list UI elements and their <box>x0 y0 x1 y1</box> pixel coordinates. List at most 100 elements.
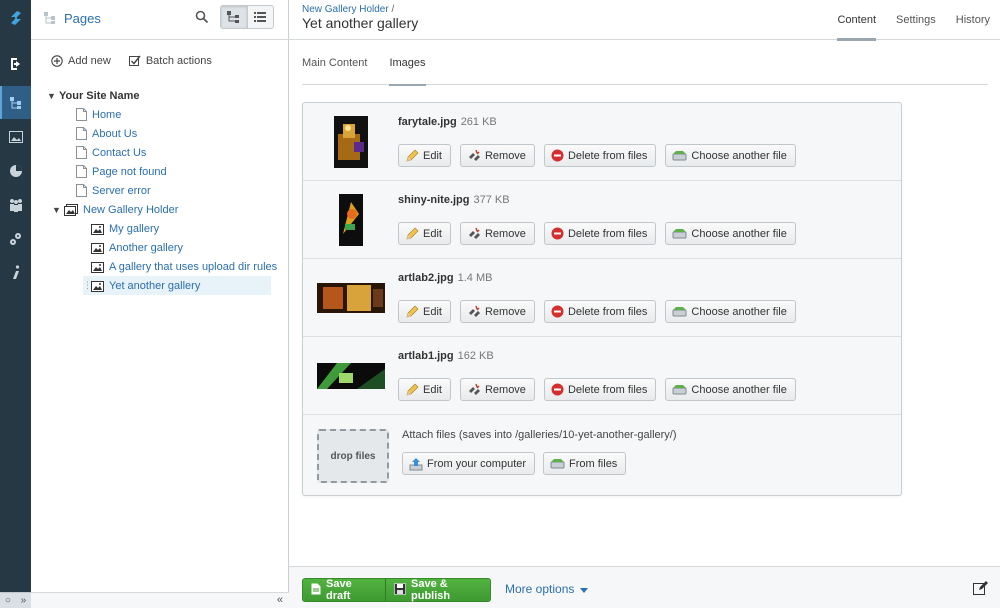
attach-files-row: drop files Attach files (saves into /gal… <box>303 415 901 495</box>
drop-zone[interactable]: drop files <box>317 429 389 483</box>
file-row: farytale.jpg 261 KB Edit Remove Delete fr… <box>303 103 901 181</box>
rail-footer: ○ » <box>0 592 31 608</box>
unlink-icon <box>467 383 481 397</box>
tree-node-root[interactable]: ▼ Your Site Name <box>47 86 140 105</box>
preview-edit-icon[interactable] <box>973 581 988 598</box>
choose-another-file-button[interactable]: Choose another file <box>665 222 796 245</box>
expand-menu-icon[interactable]: » <box>21 595 27 606</box>
tab-history[interactable]: History <box>946 0 1000 40</box>
gallery-holder-icon <box>64 203 78 216</box>
settings-menu-icon[interactable] <box>0 222 31 255</box>
tab-main-content[interactable]: Main Content <box>302 41 367 85</box>
main-header: New Gallery Holder / Yet another gallery… <box>289 0 1000 41</box>
drag-handle-icon[interactable]: ⋮ <box>83 280 92 291</box>
form-actions-bar: Save draft Save & publish More options <box>289 566 1000 608</box>
reports-menu-icon[interactable] <box>0 154 31 187</box>
remove-button[interactable]: Remove <box>459 222 535 245</box>
delete-from-files-button[interactable]: Delete from files <box>543 222 657 245</box>
tree-node-home[interactable]: Home <box>76 105 121 124</box>
from-your-computer-button[interactable]: From your computer <box>402 452 536 475</box>
cms-menu-rail: ○ » <box>0 0 31 608</box>
file-actions: Edit Remove Delete from files Choose ano… <box>398 378 796 401</box>
more-options-button[interactable]: More options <box>505 582 589 596</box>
delete-from-files-button[interactable]: Delete from files <box>543 144 657 167</box>
silverstripe-logo[interactable] <box>0 0 31 36</box>
expand-arrow-icon[interactable]: ▼ <box>52 205 64 215</box>
tree-node-about-us[interactable]: About Us <box>76 124 137 143</box>
tree-footer: « <box>31 592 289 608</box>
tree-node-label: My gallery <box>109 222 160 235</box>
tree-node-page-not-found[interactable]: Page not found <box>76 162 167 181</box>
edit-button[interactable]: Edit <box>398 222 451 245</box>
remove-button[interactable]: Remove <box>459 378 535 401</box>
delete-icon <box>551 383 564 396</box>
tree-node-label: Page not found <box>92 165 167 178</box>
tree-node-label: A gallery that uses upload dir rules <box>109 260 278 273</box>
file-thumbnail[interactable] <box>317 193 385 247</box>
delete-from-files-button[interactable]: Delete from files <box>543 378 657 401</box>
edit-button[interactable]: Edit <box>398 378 451 401</box>
remove-button[interactable]: Remove <box>459 300 535 323</box>
plus-circle-icon <box>51 55 63 67</box>
file-name: artlab2.jpg 1.4 MB <box>398 272 493 284</box>
file-thumbnail[interactable] <box>317 349 385 403</box>
page-icon <box>76 108 87 121</box>
edit-form-area: New Gallery Holder / Yet another gallery… <box>289 0 1000 608</box>
choose-another-file-button[interactable]: Choose another file <box>665 378 796 401</box>
preview-circle-icon[interactable]: ○ <box>5 595 11 606</box>
page-icon <box>76 165 87 178</box>
tree-header: Pages <box>31 0 289 40</box>
pencil-icon <box>405 227 419 241</box>
expand-arrow-icon[interactable]: ▼ <box>47 91 59 101</box>
tree-node-another-gallery[interactable]: Another gallery <box>91 238 183 257</box>
tree-node-server-error[interactable]: Server error <box>76 181 151 200</box>
delete-from-files-button[interactable]: Delete from files <box>543 300 657 323</box>
list-view-button[interactable] <box>246 6 274 28</box>
collapse-panel-icon[interactable]: « <box>277 594 283 606</box>
gallery-icon <box>91 223 104 235</box>
logout-icon[interactable] <box>0 47 31 80</box>
files-menu-icon[interactable] <box>0 120 31 153</box>
checkbox-icon <box>128 55 141 66</box>
choose-another-file-button[interactable]: Choose another file <box>665 300 796 323</box>
search-icon[interactable] <box>195 10 209 27</box>
batch-actions-label: Batch actions <box>145 55 212 67</box>
security-menu-icon[interactable] <box>0 188 31 221</box>
view-tabs: Content Settings History <box>827 0 1000 41</box>
panel-title: Pages <box>64 11 101 26</box>
tree-node-new-gallery-holder[interactable]: ▼ New Gallery Holder <box>52 200 178 219</box>
add-new-button[interactable]: Add new <box>51 55 111 67</box>
tree-node-upload-dir-gallery[interactable]: A gallery that uses upload dir rules <box>91 257 277 276</box>
page-icon <box>76 184 87 197</box>
attach-actions: From your computer From files <box>402 452 627 475</box>
batch-actions-button[interactable]: Batch actions <box>128 55 212 67</box>
help-menu-icon[interactable] <box>0 256 31 289</box>
tree-node-contact-us[interactable]: Contact Us <box>76 143 146 162</box>
remove-button[interactable]: Remove <box>459 144 535 167</box>
tree-node-yet-another-gallery[interactable]: ⋮ Yet another gallery <box>83 276 271 295</box>
tab-images[interactable]: Images <box>389 41 426 86</box>
tab-content[interactable]: Content <box>827 0 886 41</box>
save-draft-button[interactable]: Save draft <box>302 578 386 602</box>
file-thumbnail[interactable] <box>317 115 385 169</box>
file-size: 377 KB <box>473 194 510 206</box>
breadcrumb-link[interactable]: New Gallery Holder <box>302 4 389 15</box>
add-new-label: Add new <box>68 55 111 67</box>
attach-description: Attach files (saves into /galleries/10-y… <box>402 429 677 441</box>
pages-menu-icon[interactable] <box>0 86 31 119</box>
tree-view-button[interactable] <box>221 6 247 28</box>
choose-another-file-button[interactable]: Choose another file <box>665 144 796 167</box>
tab-settings[interactable]: Settings <box>886 0 946 40</box>
page-title: Yet another gallery <box>302 15 419 31</box>
file-actions: Edit Remove Delete from files Choose ano… <box>398 222 796 245</box>
unlink-icon <box>467 305 481 319</box>
delete-icon <box>551 305 564 318</box>
from-files-button[interactable]: From files <box>543 452 627 475</box>
tree-node-my-gallery[interactable]: My gallery <box>91 219 159 238</box>
save-and-publish-button[interactable]: Save & publish <box>385 578 491 602</box>
edit-button[interactable]: Edit <box>398 300 451 323</box>
tree-view-toggle <box>220 5 274 29</box>
edit-button[interactable]: Edit <box>398 144 451 167</box>
file-thumbnail[interactable] <box>317 271 385 325</box>
file-name: artlab1.jpg 162 KB <box>398 350 494 362</box>
